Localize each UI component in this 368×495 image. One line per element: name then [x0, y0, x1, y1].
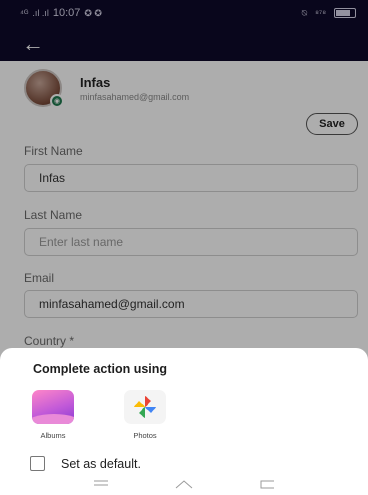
photos-option[interactable]: Photos [117, 390, 173, 440]
albums-option[interactable]: Albums [25, 390, 81, 440]
home-icon[interactable] [169, 478, 199, 490]
photos-label: Photos [133, 431, 157, 440]
google-photos-icon [124, 390, 166, 424]
set-default-row[interactable]: Set as default. [30, 456, 141, 471]
set-default-label: Set as default. [61, 456, 141, 471]
complete-action-sheet: Complete action using Albums Photos Set … [0, 348, 368, 495]
system-nav-bar [0, 478, 368, 495]
back-icon[interactable] [252, 478, 282, 490]
albums-label: Albums [40, 431, 66, 440]
albums-icon [32, 390, 74, 424]
menu-icon[interactable] [86, 478, 116, 490]
sheet-title: Complete action using [33, 362, 168, 376]
set-default-checkbox[interactable] [30, 456, 45, 471]
